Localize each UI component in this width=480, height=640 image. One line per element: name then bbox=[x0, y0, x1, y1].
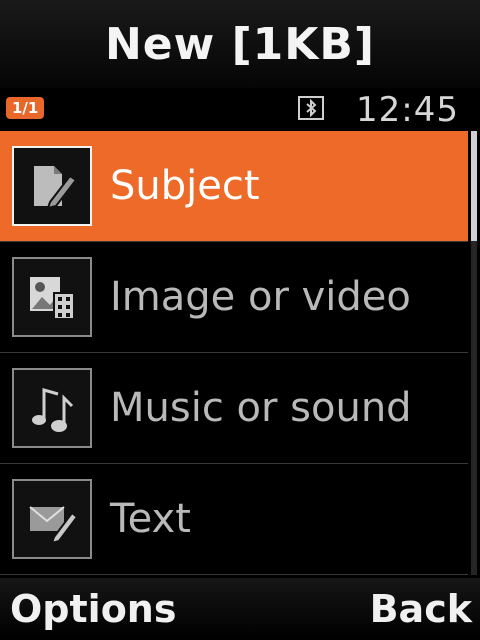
clock: 12:45 bbox=[356, 90, 459, 130]
page-indicator-badge: 1/1 bbox=[6, 97, 45, 119]
menu-item-label: Text bbox=[110, 496, 191, 542]
menu-list: Subject Image or video Music or sound Te… bbox=[0, 131, 468, 575]
scrollbar-thumb[interactable] bbox=[471, 131, 477, 241]
menu-item-music-or-sound[interactable]: Music or sound bbox=[0, 353, 468, 464]
options-softkey[interactable]: Options bbox=[10, 587, 176, 631]
menu-item-image-or-video[interactable]: Image or video bbox=[0, 242, 468, 353]
music-sound-icon bbox=[12, 368, 92, 448]
status-bar: 1/1 12:45 bbox=[0, 88, 480, 130]
text-icon bbox=[12, 479, 92, 559]
menu-item-text[interactable]: Text bbox=[0, 464, 468, 575]
bluetooth-icon bbox=[298, 96, 324, 120]
title-bar: New [1KB] bbox=[0, 0, 480, 88]
image-video-icon bbox=[12, 257, 92, 337]
scrollbar[interactable] bbox=[471, 131, 477, 575]
back-softkey[interactable]: Back bbox=[370, 587, 472, 631]
menu-item-label: Image or video bbox=[110, 274, 411, 320]
subject-icon bbox=[12, 146, 92, 226]
menu-item-label: Subject bbox=[110, 163, 260, 209]
softkey-bar: Options Back bbox=[0, 578, 480, 640]
page-title: New [1KB] bbox=[104, 18, 376, 70]
menu-item-subject[interactable]: Subject bbox=[0, 131, 468, 242]
menu-item-label: Music or sound bbox=[110, 385, 412, 431]
